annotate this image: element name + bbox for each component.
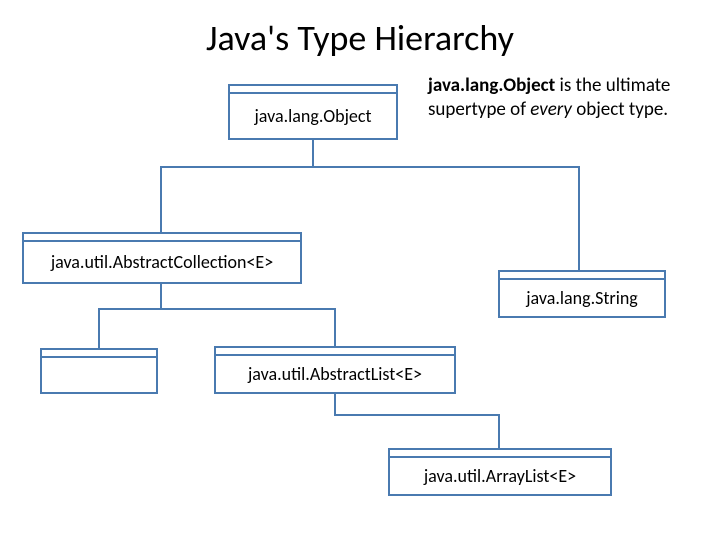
class-box-label: java.lang.Object (230, 94, 396, 138)
class-box-label: java.util.AbstractList<E> (216, 356, 454, 392)
annotation-bold: java.lang.Object (428, 74, 555, 97)
connector-line (334, 394, 336, 414)
connector-line (334, 308, 336, 346)
class-box-header (230, 86, 396, 94)
class-box-header (500, 272, 664, 280)
class-box-abstract-list: java.util.AbstractList<E> (214, 346, 456, 394)
class-box-header (390, 450, 610, 458)
class-box-label: java.util.ArrayList<E> (390, 458, 610, 494)
class-box-label: java.util.AbstractCollection<E> (24, 242, 300, 282)
class-box-label (42, 358, 156, 392)
class-box-header (42, 350, 156, 358)
class-box-label: java.lang.String (500, 280, 664, 316)
class-box-array-list: java.util.ArrayList<E> (388, 448, 612, 496)
connector-line (160, 166, 580, 168)
class-box-empty (40, 348, 158, 394)
connector-line (334, 414, 500, 416)
connector-line (578, 166, 580, 270)
class-box-header (216, 348, 454, 356)
class-box-header (24, 234, 300, 242)
connector-line (160, 284, 162, 308)
annotation-italic: every (530, 98, 572, 121)
annotation-text: java.lang.Object is the ultimate superty… (428, 74, 688, 122)
class-box-object: java.lang.Object (228, 84, 398, 140)
class-box-string: java.lang.String (498, 270, 666, 318)
connector-line (98, 308, 336, 310)
connector-line (498, 414, 500, 448)
class-box-abstract-collection: java.util.AbstractCollection<E> (22, 232, 302, 284)
annotation-mid2: object type. (572, 98, 668, 121)
page-title: Java's Type Hierarchy (0, 16, 720, 60)
connector-line (312, 140, 314, 166)
connector-line (160, 166, 162, 232)
connector-line (98, 308, 100, 348)
